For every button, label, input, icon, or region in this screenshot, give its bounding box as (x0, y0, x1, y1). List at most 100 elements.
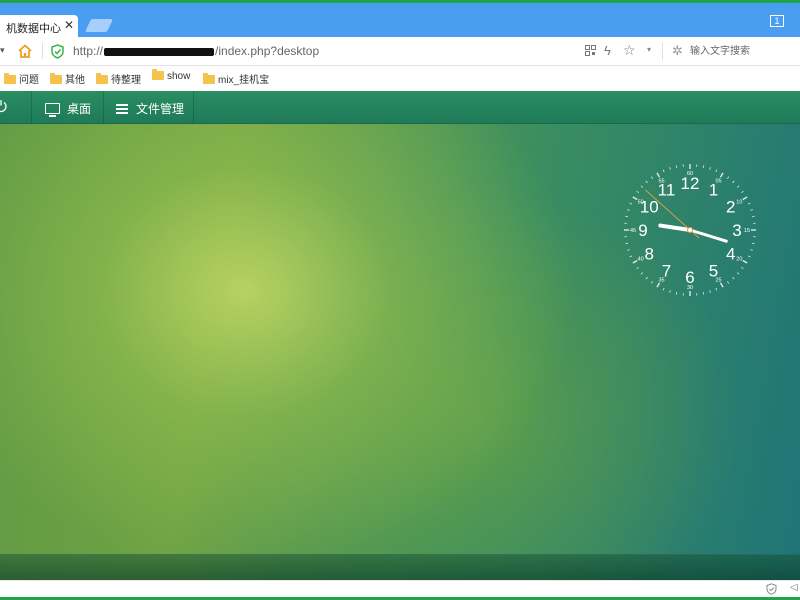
folder-icon (96, 73, 108, 84)
back-dropdown-icon[interactable]: ▾ (0, 45, 5, 56)
clock-tick (625, 242, 628, 245)
file-manager-button[interactable]: 文件管理 (116, 91, 184, 123)
clock-hour-label: 6 (685, 268, 694, 287)
qr-code-icon[interactable] (585, 45, 596, 56)
clock-tick (645, 276, 648, 280)
clock-tick (675, 292, 678, 295)
bookmark-folder[interactable]: show (152, 69, 190, 87)
speaker-icon[interactable]: ◁ (790, 582, 798, 593)
clock-minute-hand (688, 228, 728, 243)
search-engine-icon[interactable]: ✲ (672, 43, 683, 59)
clock-tick (627, 209, 630, 211)
clock-tick (650, 176, 653, 179)
bookmark-folder[interactable]: mix_挂机宝 (203, 71, 269, 87)
clock-tick (750, 249, 753, 251)
clock-tick (640, 185, 644, 188)
clock-tick (752, 215, 755, 218)
analog-clock-widget[interactable]: 600510152025303540455055 12 1234567891011 (620, 160, 760, 300)
web-desktop: 桌面 文件管理 60 05 10 15 20 25 30 35 40 45 50 55 12 1 2 3 4 5 6… (0, 91, 800, 580)
clock-hour-label: 2 (726, 198, 735, 217)
bookmark-folder[interactable]: 其他 (50, 71, 85, 87)
new-tab-button[interactable] (84, 19, 114, 32)
clock-tick (719, 172, 724, 178)
clock-hour-label: 1 (709, 180, 718, 199)
clock-minute-label: 10 (736, 200, 742, 206)
clock-hour-label: 12 (681, 174, 700, 193)
taskbar (0, 554, 800, 580)
url-suffix: /index.php?desktop (215, 44, 320, 58)
desktop-label: 桌面 (67, 102, 92, 116)
security-status-icon[interactable] (766, 583, 777, 595)
toolbar-divider (31, 91, 32, 123)
clock-tick (640, 272, 644, 275)
clock-tick (629, 255, 633, 258)
clock-tick (727, 281, 730, 284)
folder-icon (50, 73, 62, 84)
clock-hour-label: 7 (662, 262, 671, 281)
clock-hour-label: 4 (726, 245, 735, 264)
home-icon[interactable] (17, 43, 33, 59)
search-divider (662, 42, 663, 60)
bookmark-label: 问题 (19, 75, 39, 86)
tab-title: 机数据中心 - P (6, 23, 62, 35)
clock-tick (727, 176, 730, 179)
favorites-dropdown-icon[interactable]: ▾ (647, 45, 651, 54)
clock-hour-label: 11 (658, 180, 676, 199)
clock-minute-label: 20 (736, 257, 742, 263)
clock-tick (702, 292, 705, 295)
clock-tick (636, 267, 639, 270)
address-bar: ▾ http:// /index.php?desktop ϟ ☆ ▾ ✲ (0, 37, 800, 66)
folder-icon (152, 69, 164, 80)
status-bar: ◁ (0, 580, 800, 597)
browser-tab-active[interactable]: 机数据中心 - P ✕ (0, 15, 78, 37)
clock-tick (747, 255, 751, 258)
shield-icon[interactable] (51, 44, 64, 59)
clock-minute-label: 15 (744, 228, 750, 234)
bookmarks-bar: 问题 其他 待整理 show mix_挂机宝 (0, 66, 800, 91)
clock-hour-label: 8 (645, 245, 654, 264)
clock-tick (750, 209, 753, 211)
desktop-button[interactable]: 桌面 (45, 91, 91, 123)
clock-tick (656, 172, 661, 178)
clock-hour-label: 5 (709, 262, 718, 281)
clock-tick (736, 272, 740, 275)
clock-tick (662, 169, 665, 173)
clock-tick (736, 185, 740, 188)
clock-tick (627, 249, 630, 251)
clock-tick (709, 290, 711, 293)
folder-icon (203, 73, 215, 84)
address-divider (42, 43, 43, 59)
clock-hour-label: 9 (638, 221, 647, 240)
window-count-button[interactable]: 1 (770, 15, 784, 27)
clock-tick (732, 276, 735, 280)
clock-tick (747, 202, 751, 205)
tab-strip: 机数据中心 - P ✕ 1 (0, 3, 800, 37)
url-redaction (104, 47, 215, 56)
clock-tick (742, 196, 748, 201)
clock-tick (719, 282, 724, 288)
power-icon[interactable] (0, 99, 8, 113)
clock-tick (669, 167, 671, 170)
lightning-icon[interactable]: ϟ (604, 43, 611, 58)
clock-tick (650, 281, 653, 284)
clock-tick (625, 215, 628, 218)
file-list-icon (116, 104, 128, 114)
clock-minute-label: 40 (638, 257, 644, 263)
clock-tick (632, 259, 638, 264)
search-input[interactable] (690, 43, 795, 60)
clock-minute-label: 45 (630, 228, 636, 234)
clock-tick (732, 180, 735, 184)
clock-tick (636, 190, 639, 193)
folder-icon (4, 73, 16, 84)
clock-tick (715, 169, 718, 173)
clock-tick (741, 267, 744, 270)
bookmark-folder[interactable]: 待整理 (96, 71, 141, 87)
bookmark-folder[interactable]: 问题 (4, 71, 39, 87)
clock-center-pin (687, 227, 693, 233)
star-icon[interactable]: ☆ (623, 42, 636, 59)
tab-close-icon[interactable]: ✕ (64, 18, 74, 32)
url-field[interactable]: http:// /index.php?desktop (73, 44, 319, 58)
app-toolbar: 桌面 文件管理 (0, 91, 800, 124)
url-prefix: http:// (73, 44, 104, 58)
clock-tick (742, 259, 748, 264)
